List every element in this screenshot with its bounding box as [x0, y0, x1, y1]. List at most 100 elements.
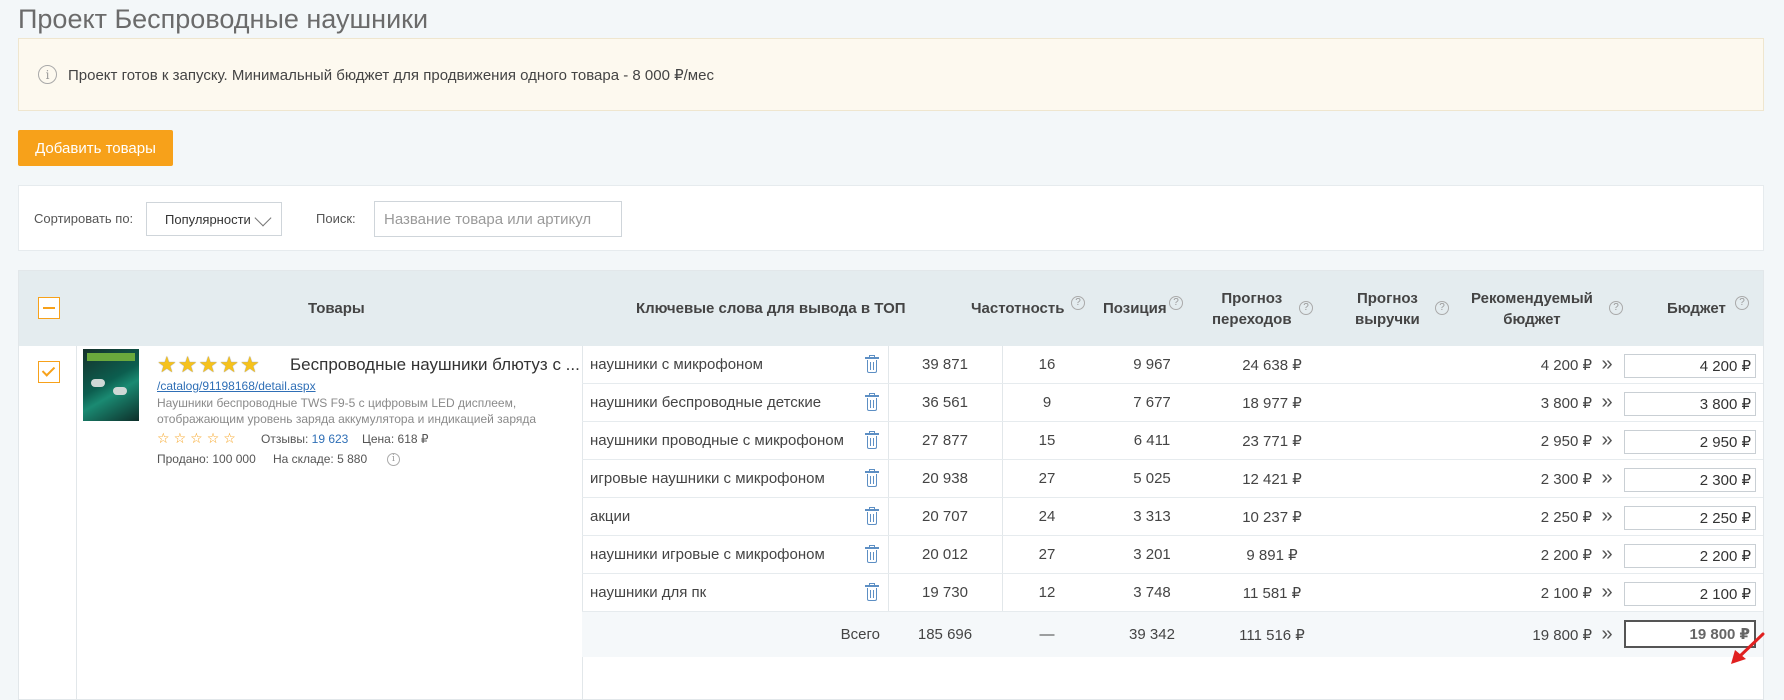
- position-cell: 12: [1038, 584, 1056, 601]
- star-outline-icon: ☆: [190, 430, 203, 446]
- minus-icon: [43, 307, 55, 309]
- search-input[interactable]: [374, 201, 622, 237]
- sort-label: Сортировать по:: [34, 211, 134, 226]
- trash-icon[interactable]: [865, 545, 879, 563]
- position-cell: 27: [1038, 546, 1056, 563]
- revenue-cell: 9 891 ₽: [1246, 546, 1298, 564]
- product-link[interactable]: /catalog/91198168/detail.aspx: [157, 379, 316, 393]
- clicks-cell: 6 411: [1133, 432, 1171, 449]
- revenue-cell: 11 581 ₽: [1242, 584, 1302, 602]
- recommended-cell: 2 250 ₽: [1540, 508, 1592, 526]
- frequency-cell: 19 730: [922, 584, 968, 601]
- star-icon: ★: [219, 352, 239, 377]
- position-cell: —: [1039, 626, 1055, 643]
- frequency-cell: 27 877: [922, 432, 968, 449]
- col-budget: Бюджет?: [1667, 296, 1749, 319]
- help-icon[interactable]: ?: [1735, 296, 1749, 310]
- keyword-cell: акции: [590, 508, 631, 525]
- product-description: Наушники беспроводные TWS F9-5 с цифровы…: [157, 396, 537, 426]
- apply-recommended-button[interactable]: »: [1596, 460, 1618, 497]
- apply-recommended-button[interactable]: »: [1596, 498, 1618, 535]
- select-all-checkbox[interactable]: [38, 297, 60, 319]
- page-title: Проект Беспроводные наушники: [18, 4, 429, 34]
- apply-recommended-button[interactable]: »: [1596, 346, 1618, 383]
- trash-icon[interactable]: [865, 393, 879, 411]
- help-icon[interactable]: ?: [1435, 301, 1449, 315]
- keyword-row: акции 20 707 24 3 313 10 237 ₽ 2 250 ₽» 2 250 …: [582, 498, 1763, 536]
- trash-icon[interactable]: [865, 583, 879, 601]
- col-frequency: Частотность?: [971, 296, 1085, 319]
- product-image[interactable]: [83, 349, 139, 421]
- keyword-cell: наушники игровые с микрофоном: [590, 546, 825, 563]
- help-icon[interactable]: ?: [1609, 301, 1623, 315]
- star-outline-icon: ☆: [157, 430, 170, 446]
- budget-input[interactable]: 2 200 ₽: [1624, 544, 1756, 568]
- annotation-arrow-icon: [1731, 632, 1765, 664]
- keyword-row: игровые наушники с микрофоном 20 938 27 5 0…: [582, 460, 1763, 498]
- star-icon: ★: [198, 352, 219, 377]
- frequency-cell: 20 012: [922, 546, 968, 563]
- help-icon[interactable]: ?: [1169, 296, 1183, 310]
- budget-input[interactable]: 3 800 ₽: [1624, 392, 1756, 416]
- chevron-down-icon: [254, 209, 272, 227]
- table-header: Товары Ключевые слова для вывода в ТОП Ч…: [19, 271, 1763, 346]
- info-icon[interactable]: i: [387, 453, 400, 466]
- sort-select[interactable]: Популярности: [146, 202, 282, 236]
- trash-icon[interactable]: [865, 469, 879, 487]
- budget-input[interactable]: 4 200 ₽: [1624, 354, 1756, 378]
- budget-input[interactable]: 2 250 ₽: [1624, 506, 1756, 530]
- add-products-button[interactable]: Добавить товары: [18, 130, 173, 166]
- recommended-cell: 19 800 ₽: [1532, 626, 1592, 644]
- recommended-cell: 4 200 ₽: [1540, 356, 1592, 374]
- help-icon[interactable]: ?: [1299, 301, 1313, 315]
- clicks-cell: 3 313: [1133, 508, 1171, 525]
- trash-icon[interactable]: [865, 431, 879, 449]
- revenue-cell: 24 638 ₽: [1242, 356, 1302, 374]
- keyword-cell: наушники с микрофоном: [590, 356, 763, 373]
- search-label: Поиск:: [316, 211, 356, 226]
- col-products: Товары: [308, 300, 365, 317]
- recommended-cell: 2 200 ₽: [1540, 546, 1592, 564]
- keyword-cell: наушники проводные с микрофоном: [590, 432, 844, 449]
- col-keywords: Ключевые слова для вывода в ТОП: [636, 300, 906, 317]
- budget-input[interactable]: 2 100 ₽: [1624, 582, 1756, 606]
- star-outline-icon: ☆: [223, 430, 236, 446]
- recommended-cell: 2 950 ₽: [1540, 432, 1592, 450]
- keyword-row: наушники с микрофоном 39 871 16 9 967 24 638…: [582, 346, 1763, 384]
- apply-recommended-button[interactable]: »: [1596, 612, 1618, 657]
- trash-icon[interactable]: [865, 355, 879, 373]
- apply-recommended-button[interactable]: »: [1596, 574, 1618, 611]
- apply-recommended-button[interactable]: »: [1596, 422, 1618, 459]
- recommended-cell: 2 100 ₽: [1540, 584, 1592, 602]
- keyword-cell: наушники беспроводные детские: [590, 394, 822, 411]
- keyword-row: наушники игровые с микрофоном 20 012 27 3 2…: [582, 536, 1763, 574]
- clicks-cell: 3 748: [1133, 584, 1171, 601]
- sort-value: Популярности: [165, 211, 251, 227]
- apply-recommended-button[interactable]: »: [1596, 536, 1618, 573]
- product-rating: ★ ★ ★ ★ ★: [157, 354, 260, 376]
- clicks-cell: 7 677: [1133, 394, 1171, 411]
- apply-recommended-button[interactable]: »: [1596, 384, 1618, 421]
- product-checkbox[interactable]: [38, 361, 60, 383]
- position-cell: 27: [1038, 470, 1056, 487]
- total-label: Всего: [840, 626, 880, 643]
- position-cell: 9: [1042, 394, 1052, 411]
- help-icon[interactable]: ?: [1071, 296, 1085, 310]
- star-icon: ★: [239, 352, 260, 377]
- column-divider: [76, 346, 77, 699]
- frequency-cell: 20 938: [922, 470, 968, 487]
- product-title[interactable]: Беспроводные наушники блютуз с ...: [290, 355, 580, 375]
- budget-input[interactable]: 2 950 ₽: [1624, 430, 1756, 454]
- revenue-cell: 23 771 ₽: [1242, 432, 1302, 450]
- frequency-cell: 36 561: [922, 394, 968, 411]
- clicks-cell: 3 201: [1133, 546, 1171, 563]
- trash-icon[interactable]: [865, 507, 879, 525]
- info-icon: i: [38, 65, 57, 84]
- clicks-cell: 39 342: [1129, 626, 1175, 643]
- clicks-cell: 5 025: [1133, 470, 1171, 487]
- frequency-cell: 185 696: [917, 626, 973, 643]
- col-position: Позиция?: [1103, 296, 1183, 319]
- keyword-row: наушники беспроводные детские 36 561 9 7 67…: [582, 384, 1763, 422]
- reviews-count: Отзывы: 19 623: [261, 432, 349, 446]
- budget-input[interactable]: 2 300 ₽: [1624, 468, 1756, 492]
